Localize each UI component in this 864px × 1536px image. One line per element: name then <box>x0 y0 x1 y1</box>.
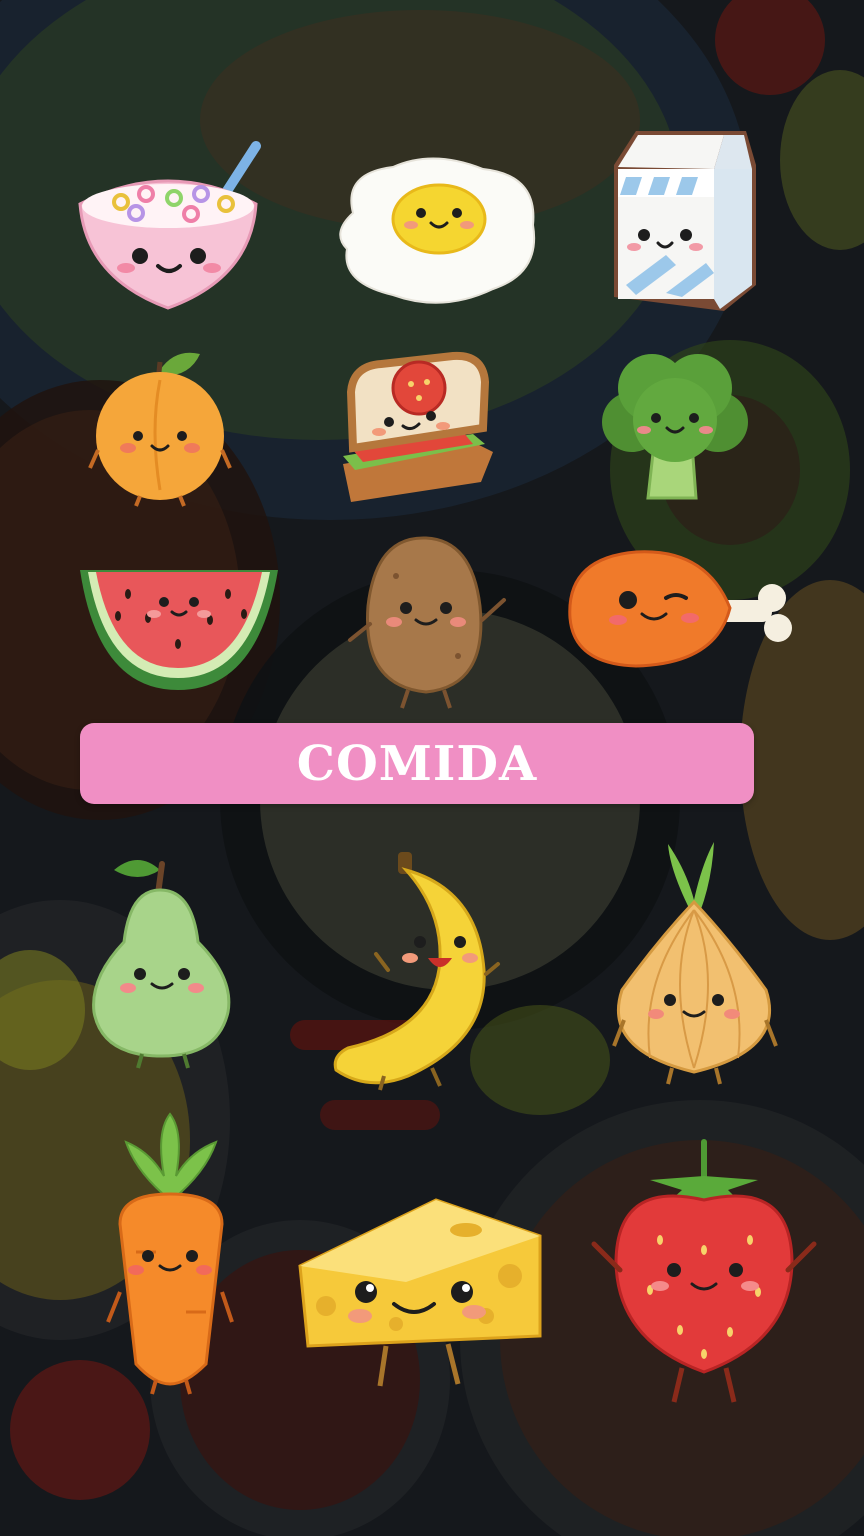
potato-icon <box>346 536 510 712</box>
watermelon-slice-icon <box>78 566 280 692</box>
title-banner: COMIDA <box>80 723 754 804</box>
strawberry-icon <box>590 1139 820 1410</box>
broccoli-icon <box>596 348 754 506</box>
cheese-icon <box>296 1196 542 1392</box>
sandwich-icon <box>333 351 499 512</box>
carrot-icon <box>106 1112 236 1396</box>
cereal-bowl-icon <box>76 138 261 313</box>
chicken-drumstick-icon <box>566 548 794 670</box>
onion-icon <box>610 840 780 1088</box>
pear-icon <box>88 850 238 1072</box>
banana-icon <box>328 850 504 1094</box>
peach-icon <box>88 350 232 508</box>
milk-carton-icon <box>606 125 762 313</box>
fried-egg-icon <box>333 153 538 308</box>
banner-title: COMIDA <box>296 735 538 792</box>
